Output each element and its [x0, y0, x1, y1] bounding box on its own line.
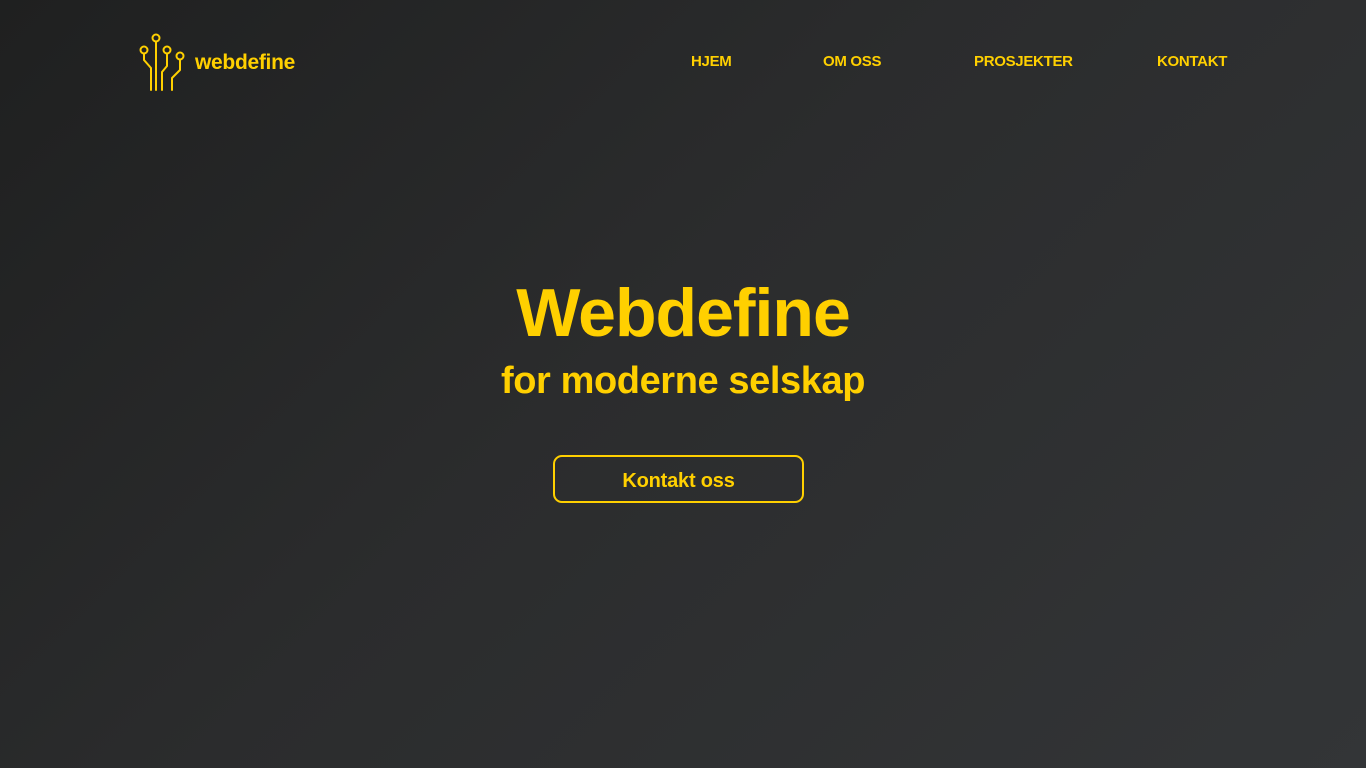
nav-item-home[interactable]: HJEM — [691, 52, 732, 72]
hero-subtitle: for moderne selskap — [500, 360, 866, 402]
nav-item-contact[interactable]: KONTAKT — [1157, 52, 1227, 72]
main-nav: HJEM OM OSS PROSJEKTER KONTAKT — [0, 52, 1366, 74]
hero-section: Webdefine for moderne selskap — [0, 270, 1366, 406]
contact-us-button[interactable]: Kontakt oss — [553, 455, 804, 503]
nav-item-about[interactable]: OM OSS — [823, 52, 882, 72]
hero-title: Webdefine — [516, 275, 851, 351]
nav-item-projects[interactable]: PROSJEKTER — [974, 52, 1073, 72]
site-header: webdefine HJEM OM OSS PROSJEKTER KONTAKT — [0, 0, 1366, 124]
